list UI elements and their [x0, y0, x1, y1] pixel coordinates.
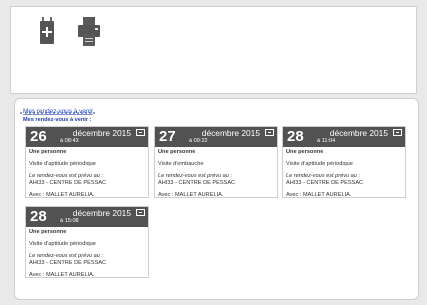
- card-planned-label: Le rendez-vous est prévu au :: [158, 173, 233, 179]
- section-title: Mes rendez-vous à venir :: [23, 117, 92, 123]
- card-day: 28: [287, 128, 304, 145]
- printer-icon[interactable]: [78, 17, 100, 52]
- calendar-icon[interactable]: [136, 209, 145, 216]
- card-with: Avec : MALLET AURELIA.: [158, 192, 224, 198]
- card-reason: Visite d'aptitude périodique: [29, 161, 96, 167]
- card-planned-label: Le rendez-vous est prévu au :: [286, 173, 361, 179]
- calendar-icon[interactable]: [393, 129, 402, 136]
- calendar-icon[interactable]: [265, 129, 274, 136]
- card-day: 27: [159, 128, 176, 145]
- appointment-card: 27 décembre 2015 à 09:22 Une personne Vi…: [154, 126, 278, 198]
- card-reason: Visite d'aptitude périodique: [29, 241, 96, 247]
- card-month-year: décembre 2015: [201, 128, 260, 138]
- toolbar-panel: [10, 6, 417, 94]
- card-with: Avec : MALLET AURELIA.: [29, 272, 95, 278]
- card-time: à 15:08: [60, 218, 79, 224]
- card-day: 26: [30, 128, 47, 145]
- card-day: 28: [30, 208, 47, 225]
- card-reason: Visite d'aptitude périodique: [286, 161, 353, 167]
- card-reason: Visite d'embauche: [158, 161, 204, 167]
- card-person: Une personne: [158, 149, 196, 155]
- card-month-year: décembre 2015: [72, 208, 131, 218]
- card-location: AHI33 - CENTRE DE PESSAC: [29, 180, 107, 186]
- card-time: à 08:43: [60, 138, 79, 144]
- card-header: 28 décembre 2015 à 15:08: [26, 207, 148, 227]
- card-person: Une personne: [286, 149, 324, 155]
- card-header: 28 décembre 2015 à 11:04: [283, 127, 405, 147]
- card-person: Une personne: [29, 229, 67, 235]
- section-heading-link[interactable]: Mes rendez-vous à venir: [23, 108, 93, 115]
- card-location: AHI33 - CENTRE DE PESSAC: [286, 180, 364, 186]
- appointment-card: 26 décembre 2015 à 08:43 Une personne Vi…: [25, 126, 149, 198]
- card-month-year: décembre 2015: [329, 128, 388, 138]
- card-time: à 09:22: [189, 138, 208, 144]
- card-location: AHI33 - CENTRE DE PESSAC: [29, 260, 107, 266]
- calendar-icon[interactable]: [136, 129, 145, 136]
- card-planned-label: Le rendez-vous est prévu au :: [29, 253, 104, 259]
- card-with: Avec : MALLET AURELIA.: [29, 192, 95, 198]
- card-header: 27 décembre 2015 à 09:22: [155, 127, 277, 147]
- card-time: à 11:04: [317, 138, 336, 144]
- card-location: AHI33 - CENTRE DE PESSAC: [158, 180, 236, 186]
- card-month-year: décembre 2015: [72, 128, 131, 138]
- appointment-card: 28 décembre 2015 à 11:04 Une personne Vi…: [282, 126, 406, 198]
- card-person: Une personne: [29, 149, 67, 155]
- card-planned-label: Le rendez-vous est prévu au :: [29, 173, 104, 179]
- appointment-card: 28 décembre 2015 à 15:08 Une personne Vi…: [25, 206, 149, 278]
- card-with: Avec : MALLET AURELIA.: [286, 192, 352, 198]
- card-header: 26 décembre 2015 à 08:43: [26, 127, 148, 147]
- medical-kit-icon[interactable]: [39, 17, 55, 50]
